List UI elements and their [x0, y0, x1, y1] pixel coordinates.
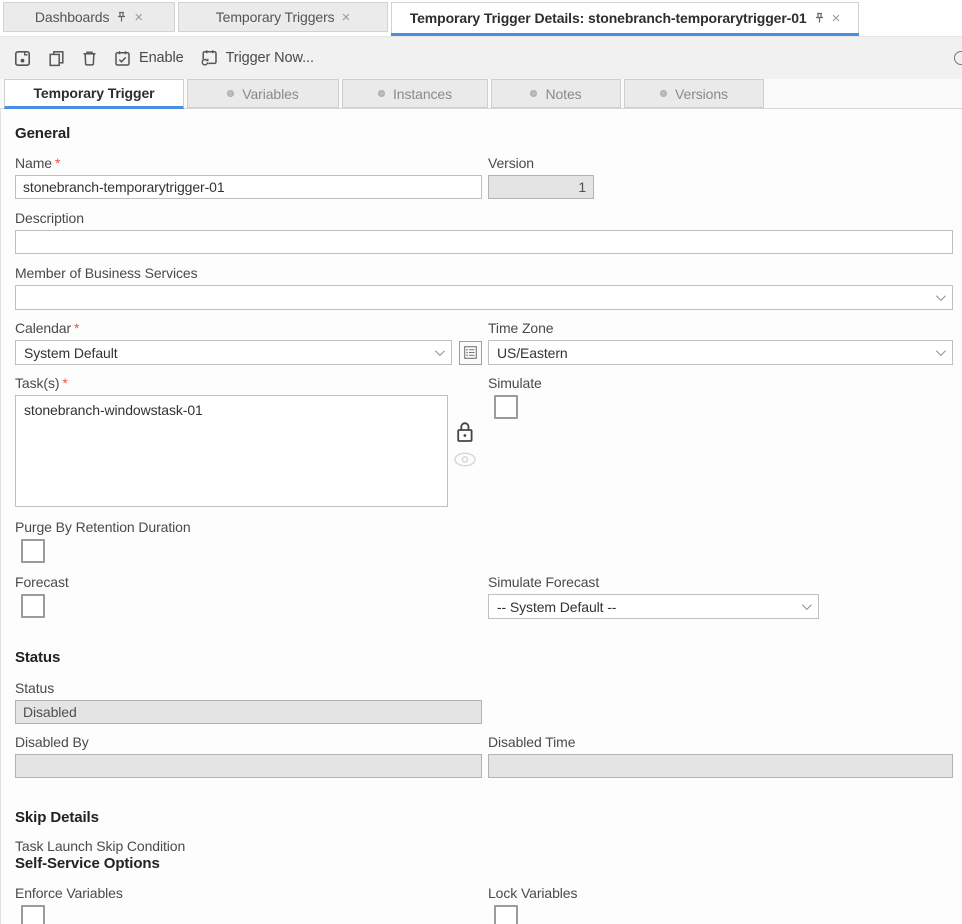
detail-tab-bar: Temporary Trigger Variables Instances No… — [0, 79, 962, 109]
save-icon — [13, 49, 32, 68]
lock-variables-checkbox[interactable] — [494, 905, 518, 924]
tab-variables[interactable]: Variables — [187, 79, 339, 108]
tasks-textarea[interactable]: stonebranch-windowstask-01 — [15, 395, 448, 507]
status-label: Status — [15, 680, 952, 697]
enforce-variables-label: Enforce Variables — [15, 885, 482, 902]
calendar-check-icon — [113, 49, 132, 68]
disabled-by-input — [15, 754, 482, 778]
trigger-now-button[interactable]: Trigger Now... — [199, 48, 314, 68]
tab-dot-icon — [227, 90, 234, 97]
tab-notes[interactable]: Notes — [491, 79, 621, 108]
time-zone-select[interactable]: US/Eastern — [488, 340, 953, 365]
enable-button[interactable]: Enable — [113, 49, 184, 68]
simulate-checkbox[interactable] — [494, 395, 518, 419]
tab-instances[interactable]: Instances — [342, 79, 488, 108]
detail-tab-label: Notes — [545, 86, 581, 102]
disabled-by-label: Disabled By — [15, 734, 482, 751]
close-icon[interactable]: × — [134, 10, 143, 25]
close-icon[interactable]: × — [342, 10, 351, 25]
tasks-label: Task(s)* — [15, 375, 482, 392]
tab-label: Temporary Triggers — [216, 9, 335, 25]
trigger-form: General Name* Version Description Member… — [0, 109, 962, 924]
window-tab-bar: Dashboards × Temporary Triggers × Tempor… — [0, 0, 962, 36]
forecast-checkbox[interactable] — [21, 594, 45, 618]
simulate-forecast-label: Simulate Forecast — [488, 574, 953, 591]
section-skip-details: Skip Details — [15, 809, 952, 826]
name-label: Name* — [15, 155, 482, 172]
version-label: Version — [488, 155, 953, 172]
detail-tab-label: Instances — [393, 86, 452, 102]
tab-temporary-trigger[interactable]: Temporary Trigger — [4, 79, 184, 109]
tab-temporary-triggers[interactable]: Temporary Triggers × — [178, 2, 388, 32]
tab-dot-icon — [660, 90, 667, 97]
task-launch-skip-condition-label: Task Launch Skip Condition — [15, 838, 952, 855]
eye-icon[interactable] — [453, 451, 477, 468]
purge-by-retention-duration-label: Purge By Retention Duration — [15, 519, 952, 536]
chevron-down-icon — [936, 346, 946, 356]
description-label: Description — [15, 210, 952, 227]
delete-button[interactable] — [81, 49, 98, 68]
selected-value: System Default — [24, 345, 118, 361]
calendar-details-button[interactable] — [459, 341, 482, 365]
chevron-down-icon — [802, 600, 812, 610]
trash-icon — [81, 49, 98, 68]
purge-by-retention-duration-checkbox[interactable] — [21, 539, 45, 563]
section-self-service-options: Self-Service Options — [15, 855, 952, 872]
save-button[interactable] — [13, 49, 32, 68]
member-of-business-services-label: Member of Business Services — [15, 265, 952, 282]
calendar-label: Calendar* — [15, 320, 482, 337]
record-toolbar: Enable Trigger Now... — [0, 36, 962, 79]
calendar-refresh-icon — [199, 48, 219, 68]
tab-label: Temporary Trigger Details: stonebranch-t… — [410, 10, 807, 26]
detail-tab-label: Temporary Trigger — [34, 85, 155, 101]
simulate-label: Simulate — [488, 375, 953, 392]
tab-dot-icon — [378, 90, 385, 97]
trigger-now-button-label: Trigger Now... — [226, 50, 314, 66]
description-input[interactable] — [15, 230, 953, 254]
detail-tab-label: Variables — [242, 86, 298, 102]
name-input[interactable] — [15, 175, 482, 199]
tab-versions[interactable]: Versions — [624, 79, 764, 108]
enable-button-label: Enable — [139, 50, 184, 66]
copy-icon — [47, 49, 66, 68]
time-zone-label: Time Zone — [488, 320, 953, 337]
copy-button[interactable] — [47, 49, 66, 68]
close-icon[interactable]: × — [832, 11, 841, 26]
detail-tab-label: Versions — [675, 86, 728, 102]
section-general: General — [15, 125, 952, 142]
tab-dot-icon — [530, 90, 537, 97]
status-input — [15, 700, 482, 724]
lock-icon[interactable] — [455, 421, 475, 444]
pin-icon[interactable] — [116, 11, 127, 23]
selected-value: US/Eastern — [497, 345, 568, 361]
chevron-down-icon — [936, 291, 946, 301]
disabled-time-label: Disabled Time — [488, 734, 953, 751]
tab-label: Dashboards — [35, 9, 110, 25]
enforce-variables-checkbox[interactable] — [21, 905, 45, 924]
simulate-forecast-select[interactable]: -- System Default -- — [488, 594, 819, 619]
tab-temporary-trigger-details[interactable]: Temporary Trigger Details: stonebranch-t… — [391, 2, 859, 33]
required-asterisk: * — [55, 155, 60, 171]
pin-icon[interactable] — [814, 12, 825, 24]
lock-variables-label: Lock Variables — [488, 885, 953, 902]
version-input — [488, 175, 594, 199]
tab-dashboards[interactable]: Dashboards × — [3, 2, 175, 32]
section-status: Status — [15, 649, 952, 666]
member-of-business-services-select[interactable] — [15, 285, 953, 310]
toolbar-overflow-icon[interactable] — [954, 51, 962, 65]
required-asterisk: * — [74, 320, 79, 336]
calendar-select[interactable]: System Default — [15, 340, 452, 365]
chevron-down-icon — [435, 346, 445, 356]
temporary-trigger-details-page: Dashboards × Temporary Triggers × Tempor… — [0, 0, 962, 924]
required-asterisk: * — [62, 375, 67, 391]
forecast-label: Forecast — [15, 574, 482, 591]
selected-value: -- System Default -- — [497, 599, 616, 615]
disabled-time-input — [488, 754, 953, 778]
list-details-icon — [464, 346, 477, 359]
